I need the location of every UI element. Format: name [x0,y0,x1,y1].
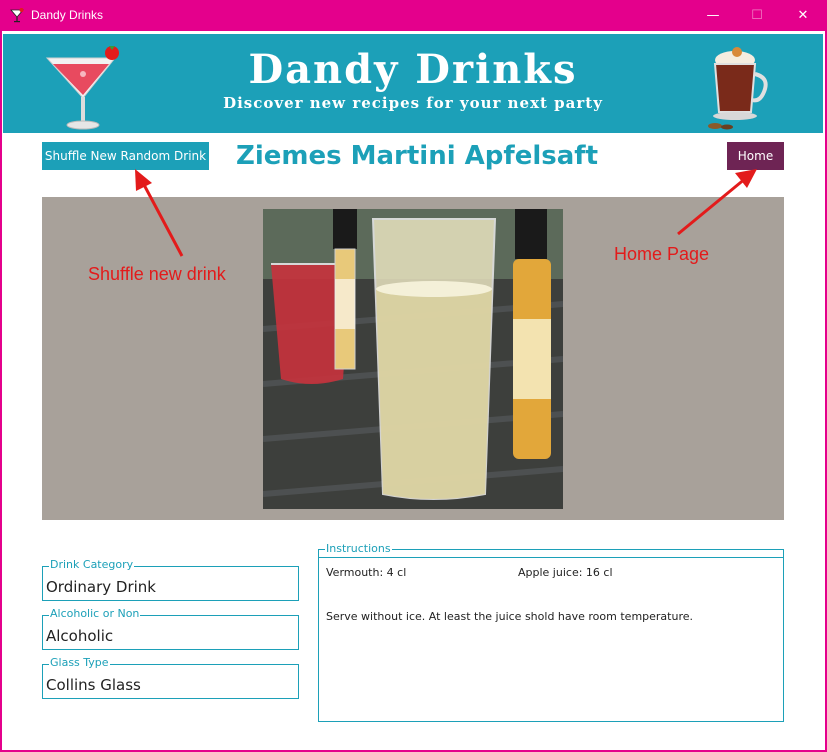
glass-type-value: Collins Glass [46,676,141,694]
app-client-area: Dandy Drinks Discover new recipes for yo… [2,31,825,750]
app-icon [10,8,24,23]
instructions-label: Instructions [325,542,392,555]
alcoholic-value: Alcoholic [46,627,114,645]
instructions-panel: Instructions Vermouth: 4 cl Apple juice:… [318,543,784,722]
banner-subtitle: Discover new recipes for your next party [223,94,603,112]
alcoholic-label: Alcoholic or Non [49,607,141,620]
instructions-text: Serve without ice. At least the juice sh… [326,610,693,623]
minimize-button[interactable]: — [690,0,736,31]
drink-name-title: Ziemes Martini Apfelsaft [235,141,599,171]
shuffle-drink-button[interactable]: Shuffle New Random Drink [42,142,209,170]
ingredient-item: Vermouth: 4 cl [326,566,407,579]
ingredient-item: Apple juice: 16 cl [518,566,613,579]
close-button[interactable]: ✕ [780,0,826,31]
drink-photo [263,209,563,509]
annotation-home: Home Page [614,244,710,264]
maximize-button[interactable]: ☐ [734,0,780,31]
header-banner: Dandy Drinks Discover new recipes for yo… [3,34,823,133]
hot-chocolate-mug-icon [708,47,768,130]
glass-type-field: Glass Type Collins Glass [42,657,299,699]
window-title-bar: Dandy Drinks — ☐ ✕ [0,0,827,31]
glass-type-label: Glass Type [49,656,110,669]
drink-category-value: Ordinary Drink [46,578,156,596]
alcoholic-field: Alcoholic or Non Alcoholic [42,608,299,650]
drink-category-field: Drink Category Ordinary Drink [42,559,299,601]
annotation-shuffle: Shuffle new drink [88,264,226,284]
banner-title: Dandy Drinks [248,46,578,93]
drink-category-label: Drink Category [49,558,135,571]
home-button[interactable]: Home [727,142,784,170]
window-title: Dandy Drinks [31,8,104,22]
instructions-divider [319,557,783,558]
